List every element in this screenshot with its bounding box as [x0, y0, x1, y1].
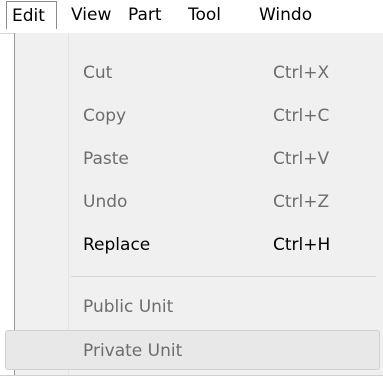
menu-item-paste[interactable]: Paste Ctrl+V	[15, 139, 383, 179]
menu-item-shortcut: Ctrl+Z	[273, 192, 330, 212]
menu-item-undo[interactable]: Undo Ctrl+Z	[15, 182, 383, 222]
menu-item-shortcut: Ctrl+X	[273, 63, 330, 83]
menu-item-label: Cut	[83, 63, 113, 83]
menu-view[interactable]: View	[71, 1, 111, 29]
menu-item-replace[interactable]: Replace Ctrl+H	[15, 225, 383, 265]
menu-window[interactable]: Windo	[259, 1, 312, 29]
menu-item-private-unit[interactable]: Private Unit	[5, 330, 380, 370]
menu-item-label: Public Unit	[83, 297, 174, 317]
menu-item-shortcut: Ctrl+C	[273, 106, 330, 126]
menu-item-label: Private Unit	[83, 341, 183, 361]
menu-item-shortcut: Ctrl+V	[273, 149, 330, 169]
menu-edit[interactable]: Edit	[6, 1, 57, 29]
menu-separator	[71, 276, 376, 277]
edit-dropdown-menu: Cut Ctrl+X Copy Ctrl+C Paste Ctrl+V Undo…	[5, 33, 383, 376]
menu-item-shortcut: Ctrl+H	[273, 235, 331, 255]
menu-item-label: Undo	[83, 192, 128, 212]
menu-bar: Edit View Part Tool Windo	[0, 0, 383, 34]
menu-item-copy[interactable]: Copy Ctrl+C	[15, 96, 383, 136]
menu-item-label: Copy	[83, 106, 127, 126]
menu-item-label: Replace	[83, 235, 151, 255]
menu-item-label: Paste	[83, 149, 129, 169]
menu-item-public-unit[interactable]: Public Unit	[15, 287, 383, 327]
menu-tool[interactable]: Tool	[188, 1, 221, 29]
menu-part[interactable]: Part	[128, 1, 162, 29]
menu-item-cut[interactable]: Cut Ctrl+X	[15, 53, 383, 93]
